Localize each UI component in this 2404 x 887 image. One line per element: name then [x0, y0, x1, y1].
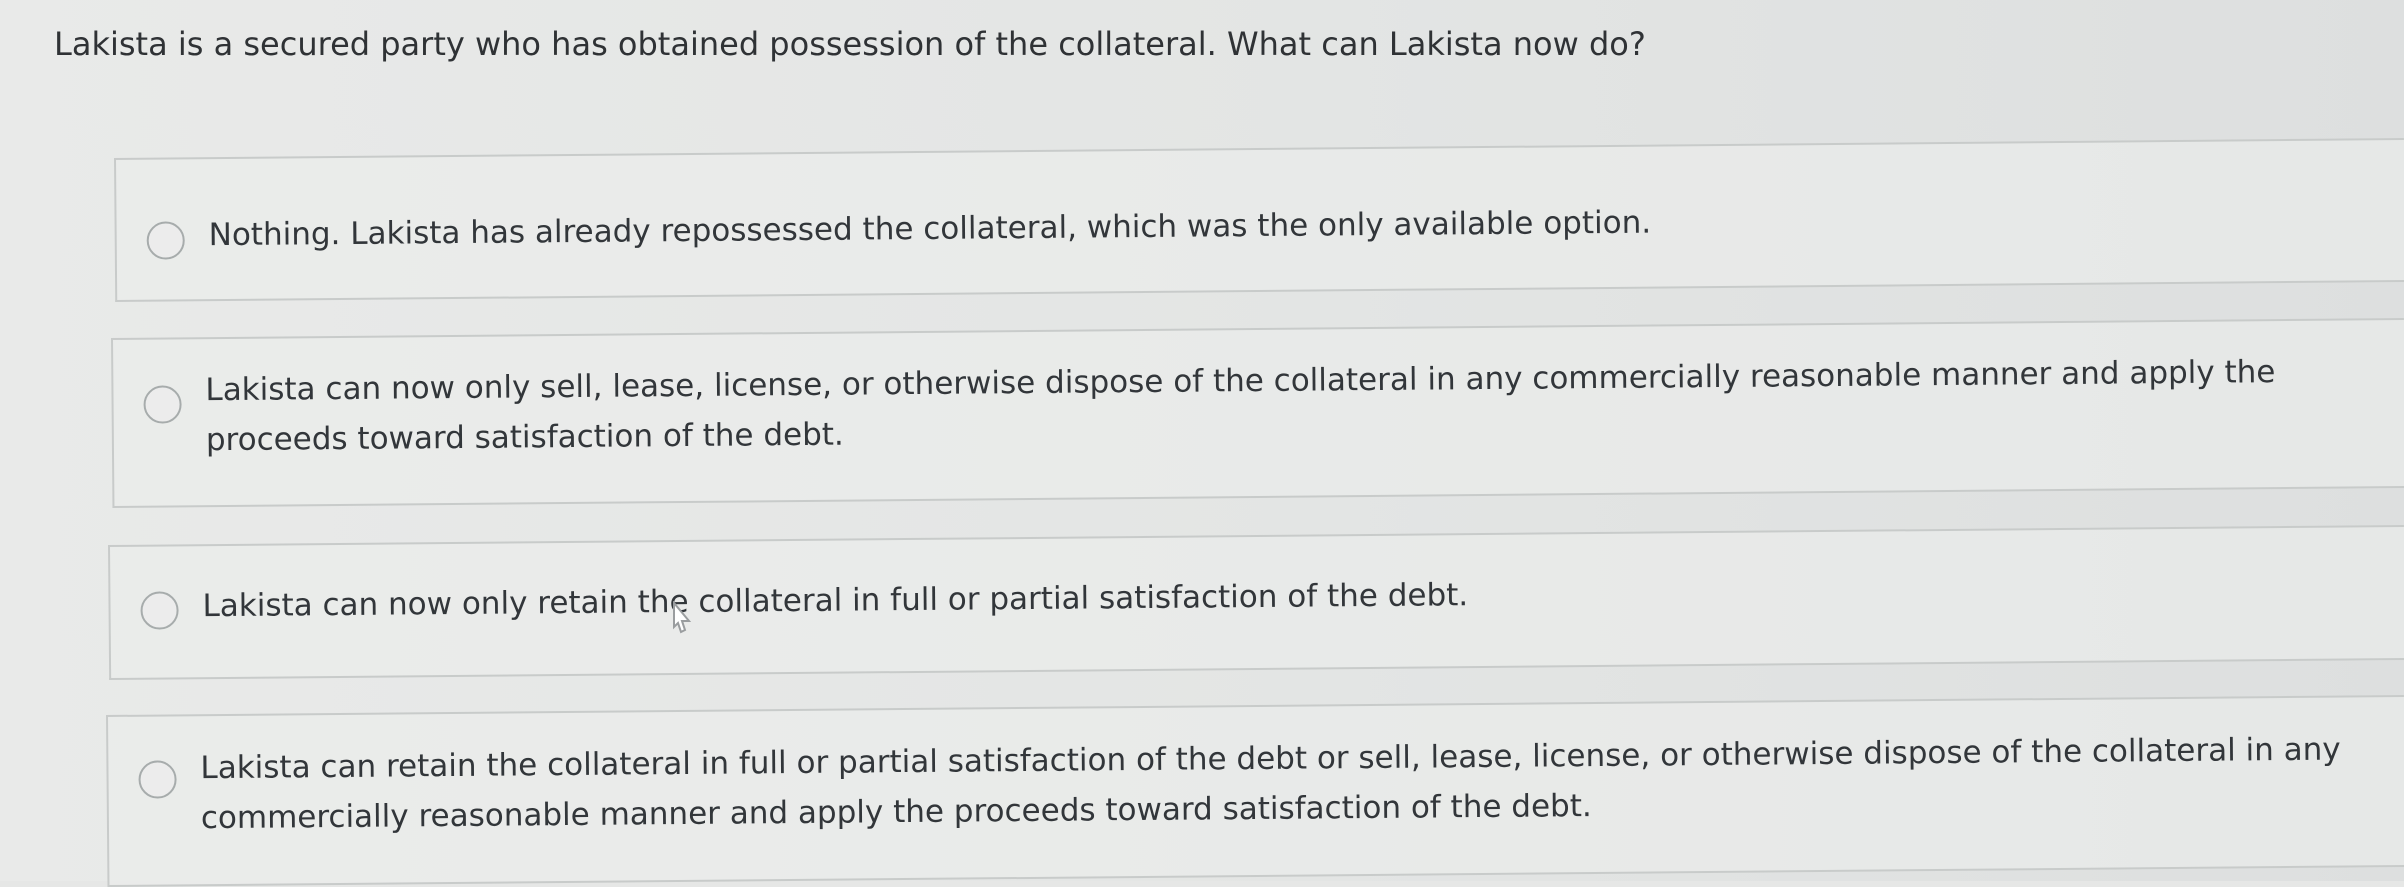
quiz-screen: Lakista is a secured party who has obtai…: [0, 0, 2404, 887]
answer-option-3-label: Lakista can now only retain the collater…: [202, 577, 1469, 625]
answer-option-4-label: Lakista can retain the collateral in ful…: [200, 731, 2341, 837]
answer-option-4[interactable]: Lakista can retain the collateral in ful…: [106, 694, 2404, 887]
radio-button-3[interactable]: [140, 591, 179, 630]
mouse-pointer-icon: [673, 601, 692, 634]
radio-button-2[interactable]: [143, 385, 182, 424]
radio-button-4[interactable]: [138, 760, 177, 799]
question-text: Lakista is a secured party who has obtai…: [54, 25, 1646, 63]
answer-option-2-label: Lakista can now only sell, lease, licens…: [205, 354, 2276, 459]
radio-button-1[interactable]: [146, 221, 185, 260]
answer-option-1-label: Nothing. Lakista has already repossessed…: [208, 204, 1652, 254]
answer-option-1[interactable]: Nothing. Lakista has already repossessed…: [114, 138, 2404, 302]
answer-option-2[interactable]: Lakista can now only sell, lease, licens…: [111, 317, 2404, 508]
answer-option-3[interactable]: Lakista can now only retain the collater…: [108, 524, 2404, 680]
